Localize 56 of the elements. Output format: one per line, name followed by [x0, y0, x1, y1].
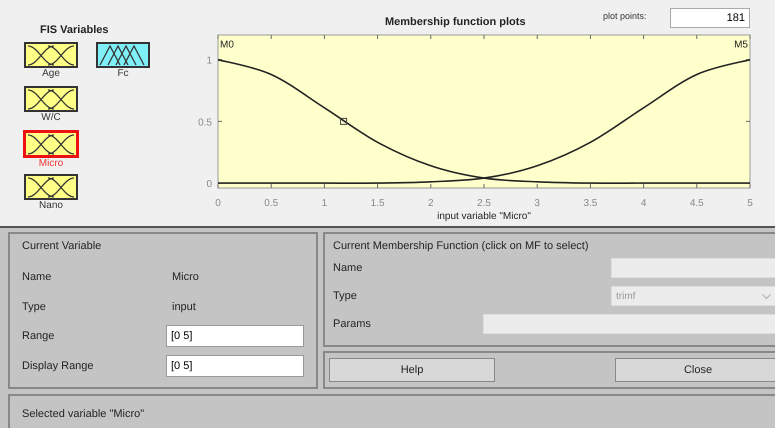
variable-button[interactable] [23, 130, 79, 158]
x-tick-label: 5 [747, 198, 753, 209]
x-tick-label: 2.5 [477, 198, 491, 209]
variable-button[interactable] [24, 174, 78, 200]
x-tick-label: 1 [322, 198, 328, 209]
y-tick-label: 0.5 [198, 117, 212, 128]
panel-title: Current Membership Function (click on MF to select) [333, 240, 590, 252]
field-label: Type [22, 300, 47, 313]
x-axis-label: input variable "Micro" [437, 211, 531, 222]
close-button[interactable]: Close [615, 358, 775, 382]
field-label: Range [22, 330, 56, 342]
range-field[interactable]: [0 5] [166, 355, 304, 378]
field-value: Micro [172, 270, 199, 283]
curves-icon [26, 133, 76, 155]
field-label: Name [22, 270, 52, 283]
variable-button[interactable] [24, 42, 78, 68]
y-tick-label: 1 [206, 56, 212, 67]
field-label: Display Range [22, 360, 95, 372]
panel-title: Current Variable [22, 240, 102, 252]
x-tick-label: 1.5 [370, 198, 385, 209]
x-tick-label: 3 [534, 198, 540, 209]
curves-icon [26, 88, 76, 110]
params-field[interactable] [483, 314, 775, 334]
field-value: input [172, 300, 196, 313]
variable-label: Age [41, 68, 61, 80]
curve-label: M5 [734, 40, 748, 51]
point-marker-icon [340, 118, 348, 125]
status-bar: Selected variable "Micro" [8, 394, 775, 428]
field-label: Params [333, 318, 372, 330]
variable-label: Nano [38, 200, 64, 212]
curves-icon [26, 44, 76, 66]
help-button[interactable]: Help [329, 358, 495, 382]
field-label: Type [333, 290, 358, 302]
variable-label: Fc [116, 68, 130, 80]
curves-icon [26, 176, 76, 198]
plot-points-field[interactable]: 181 [670, 8, 750, 28]
curve-label: M0 [220, 40, 234, 51]
name-field[interactable] [611, 258, 775, 278]
variable-label: Micro [38, 158, 64, 170]
plot-points-label: plot points: [603, 11, 647, 21]
x-tick-label: 2 [428, 198, 434, 209]
variables-title: FIS Variables [40, 24, 110, 36]
field-label: Name [333, 262, 364, 274]
x-tick-label: 0.5 [264, 198, 278, 209]
membership-curves[interactable] [218, 58, 750, 184]
x-tick-label: 0 [215, 198, 221, 209]
x-tick-label: 4 [640, 198, 646, 209]
variable-label: W/C [40, 112, 62, 124]
chevron-down-icon [762, 294, 771, 298]
y-tick-label: 0 [206, 179, 212, 190]
x-tick-label: 4.5 [690, 198, 704, 209]
variable-button[interactable] [96, 42, 150, 68]
x-tick-label: 3.5 [583, 198, 598, 209]
range-field[interactable]: [0 5] [166, 325, 304, 348]
chart-title: Membership function plots [385, 16, 526, 30]
variable-button[interactable] [24, 86, 78, 112]
